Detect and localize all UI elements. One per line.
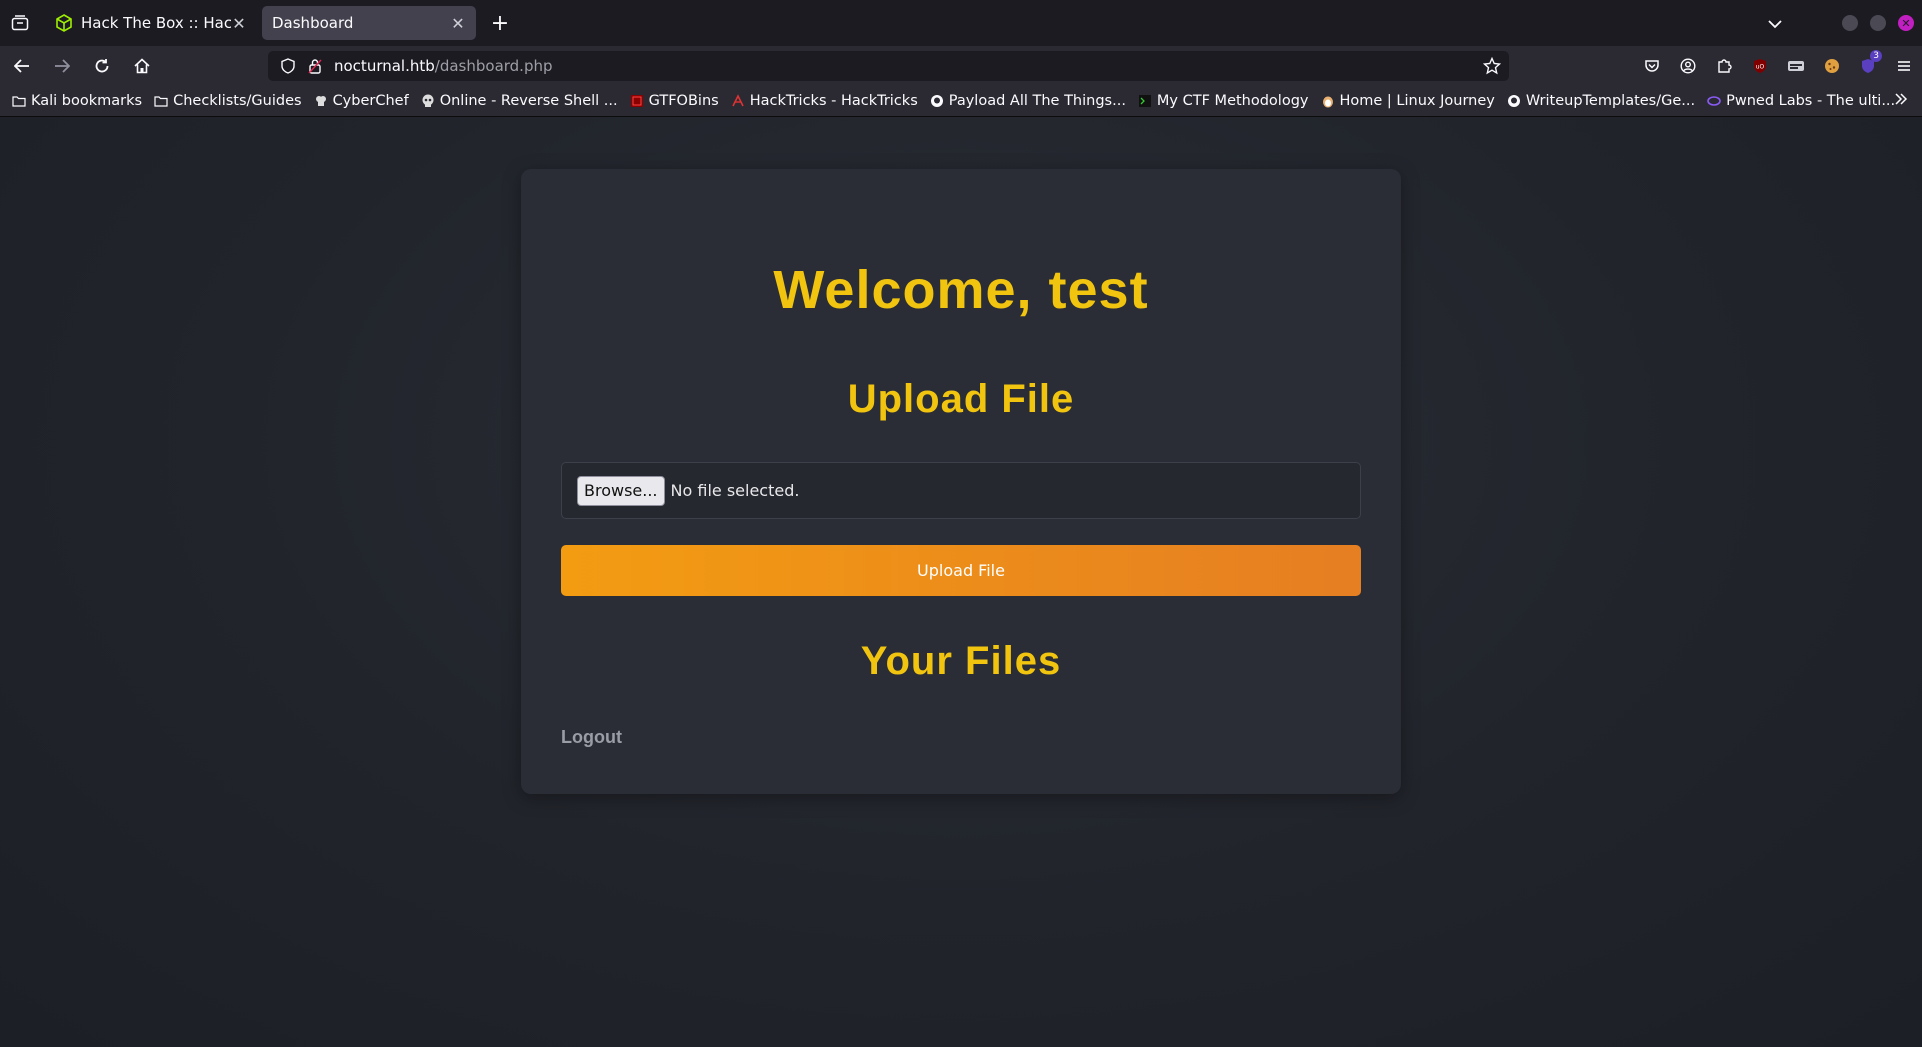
welcome-heading: Welcome, test	[773, 260, 1149, 320]
svg-text:uO: uO	[1756, 64, 1765, 71]
file-status-text: No file selected.	[670, 481, 800, 500]
url-host: nocturnal.htb	[334, 57, 435, 75]
reload-icon[interactable]	[84, 50, 120, 82]
tab-dashboard[interactable]: Dashboard ✕	[262, 6, 476, 40]
close-window-icon[interactable]: ✕	[1898, 15, 1914, 31]
tab-title: Dashboard	[272, 14, 354, 32]
htb-cube-icon	[55, 14, 73, 32]
address-bar[interactable]: nocturnal.htb/dashboard.php	[268, 51, 1509, 81]
logout-link[interactable]: Logout	[561, 727, 622, 748]
insecure-lock-icon[interactable]	[306, 58, 324, 74]
bookmark-label: CyberChef	[332, 93, 409, 109]
back-arrow-icon[interactable]	[4, 50, 40, 82]
bookmark-gtfobins[interactable]: GTFOBins	[630, 93, 719, 109]
tab-bar: Hack The Box :: Hack The ✕ Dashboard ✕ +…	[0, 0, 1922, 46]
gtfobins-icon	[630, 94, 644, 108]
terminal-icon	[1138, 94, 1152, 108]
pocket-icon[interactable]	[1634, 50, 1670, 82]
folder-icon	[154, 94, 168, 108]
dashboard-card: Welcome, test Upload File Browse... No f…	[521, 169, 1401, 794]
upload-file-button[interactable]: Upload File	[561, 545, 1361, 596]
maximize-window-icon[interactable]	[1870, 15, 1886, 31]
bookmark-kali[interactable]: Kali bookmarks	[12, 93, 142, 109]
bookmark-cyberchef[interactable]: CyberChef	[314, 93, 409, 109]
tab-list-icon[interactable]	[0, 0, 40, 46]
penguin-icon	[1321, 94, 1335, 108]
your-files-heading: Your Files	[860, 639, 1062, 683]
bookmark-label: My CTF Methodology	[1156, 93, 1309, 109]
tab-hackthebox[interactable]: Hack The Box :: Hack The ✕	[45, 6, 257, 40]
account-icon[interactable]	[1670, 50, 1706, 82]
foxyproxy-icon[interactable]: 3	[1850, 50, 1886, 82]
close-tab-icon[interactable]: ✕	[231, 14, 247, 33]
file-input[interactable]: Browse... No file selected.	[561, 462, 1361, 519]
bookmark-linux-journey[interactable]: Home | Linux Journey	[1321, 93, 1495, 109]
pwnedlabs-icon	[1707, 94, 1721, 108]
cookie-editor-icon[interactable]	[1814, 50, 1850, 82]
minimize-window-icon[interactable]	[1842, 15, 1858, 31]
folder-icon	[12, 94, 26, 108]
bookmark-label: HackTricks - HackTricks	[749, 93, 918, 109]
bookmark-reverse-shell[interactable]: Online - Reverse Shell ...	[421, 93, 618, 109]
bookmark-label: Payload All The Things...	[948, 93, 1126, 109]
page-viewport: Welcome, test Upload File Browse... No f…	[0, 117, 1922, 1047]
github-icon	[930, 94, 944, 108]
upload-heading: Upload File	[847, 377, 1075, 421]
bookmark-pwned-labs[interactable]: Pwned Labs - The ulti...	[1707, 93, 1895, 109]
chevron-down-icon[interactable]	[1768, 14, 1782, 33]
bookmark-payloadallthethings[interactable]: Payload All The Things...	[930, 93, 1126, 109]
url-path: /dashboard.php	[434, 57, 553, 75]
bookmark-label: Checklists/Guides	[173, 93, 302, 109]
extension-badge: 3	[1870, 50, 1882, 62]
skull-icon	[421, 94, 435, 108]
ublock-origin-icon[interactable]: uO	[1742, 50, 1778, 82]
bookmark-label: WriteupTemplates/Ge...	[1525, 93, 1696, 109]
bookmark-label: Kali bookmarks	[31, 93, 143, 109]
bookmark-writeup-templates[interactable]: WriteupTemplates/Ge...	[1507, 93, 1695, 109]
close-tab-icon[interactable]: ✕	[450, 14, 466, 33]
tracking-shield-icon[interactable]	[278, 58, 298, 74]
hacktools-icon[interactable]	[1778, 50, 1814, 82]
navigation-toolbar: nocturnal.htb/dashboard.php uO 3	[0, 46, 1922, 86]
bookmark-label: GTFOBins	[648, 93, 719, 109]
bookmark-label: Home | Linux Journey	[1339, 93, 1495, 109]
bookmark-label: Online - Reverse Shell ...	[439, 93, 618, 109]
hacktricks-icon	[731, 94, 745, 108]
bookmark-checklists[interactable]: Checklists/Guides	[154, 93, 302, 109]
chevron-double-right-icon[interactable]	[1894, 92, 1908, 110]
github-icon	[1507, 94, 1521, 108]
bookmark-star-icon[interactable]	[1482, 56, 1502, 79]
new-tab-plus-icon[interactable]: +	[484, 7, 516, 39]
home-icon[interactable]	[124, 50, 160, 82]
chef-icon	[314, 94, 328, 108]
tab-title: Hack The Box :: Hack The	[81, 14, 231, 32]
bookmark-ctf-methodology[interactable]: My CTF Methodology	[1138, 93, 1309, 109]
bookmarks-toolbar: Kali bookmarks Checklists/Guides CyberCh…	[0, 86, 1922, 117]
bookmark-hacktricks[interactable]: HackTricks - HackTricks	[731, 93, 918, 109]
bookmark-label: Pwned Labs - The ulti...	[1726, 93, 1896, 109]
hamburger-menu-icon[interactable]	[1886, 50, 1922, 82]
browse-button[interactable]: Browse...	[577, 475, 665, 506]
extensions-puzzle-icon[interactable]	[1706, 50, 1742, 82]
forward-arrow-icon[interactable]	[44, 50, 80, 82]
